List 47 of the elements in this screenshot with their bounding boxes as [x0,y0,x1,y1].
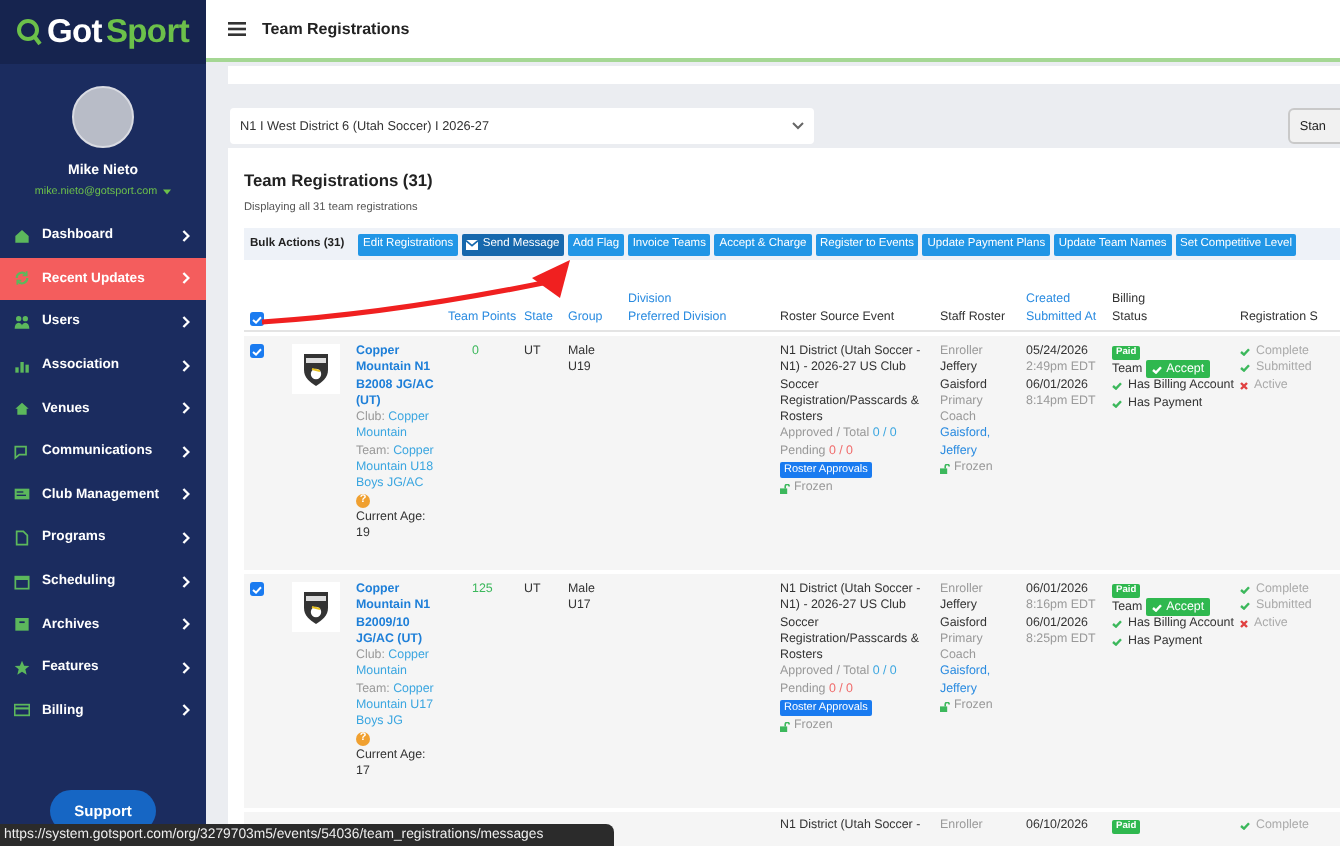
chevron-right-icon [182,531,190,544]
house-icon [14,400,30,417]
check-icon [1152,365,1163,374]
avatar [72,86,134,148]
chevron-right-icon [182,402,190,415]
document-icon [14,529,30,546]
chevron-right-icon [182,445,190,458]
magnifier-icon [16,18,43,46]
unlock-icon [780,721,790,732]
page-title: Team Registrations [262,20,410,38]
chevron-right-icon [182,272,190,285]
bar-chart-icon [14,357,30,374]
people-icon [14,313,30,330]
chevron-right-icon [182,704,190,717]
chevron-right-icon [182,618,190,631]
chevron-right-icon [182,359,190,372]
shield-icon [302,590,330,624]
refresh-icon [14,270,30,287]
logo[interactable]: GotSport [0,0,206,64]
unlock-icon [940,463,950,474]
check-icon [252,315,262,323]
envelope-icon [466,239,479,249]
chevron-down-icon [792,122,804,130]
caret-icon [161,188,172,196]
chat-icon [14,443,30,460]
section-title: Team Registrations (31) [244,170,435,190]
house-icon [14,227,30,244]
credit-card-icon [14,702,30,719]
chevron-right-icon [182,315,190,328]
check-icon [1152,603,1163,612]
select-all-checkbox[interactable] [250,312,264,326]
row-checkbox[interactable] [250,344,264,358]
box-icon [14,616,30,633]
chevron-right-icon [182,661,190,674]
shield-icon [302,352,330,386]
calendar-icon [14,573,30,590]
check-icon [252,347,262,355]
chevron-right-icon [182,229,190,242]
check-icon [252,585,262,593]
card-icon [14,486,30,503]
chevron-right-icon [182,488,190,501]
unlock-icon [780,483,790,494]
menu-icon[interactable] [228,22,246,36]
star-icon [14,659,30,676]
row-checkbox[interactable] [250,582,264,596]
unlock-icon [940,701,950,712]
chevron-right-icon [182,575,190,588]
